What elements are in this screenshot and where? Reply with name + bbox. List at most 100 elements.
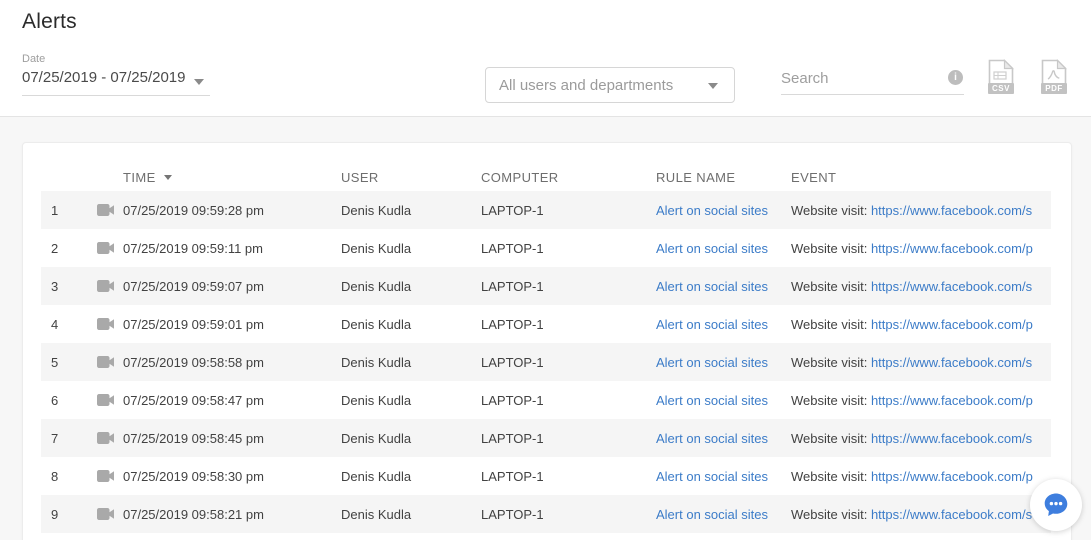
search-box: i [781, 63, 964, 97]
event-text: Website visit: [791, 393, 871, 408]
event-text: Website visit: [791, 203, 871, 218]
row-number: 2 [51, 241, 73, 256]
videocam-icon[interactable] [97, 280, 114, 295]
alerts-table-card: TIME USER COMPUTER RULE NAME EVENT 1 07/… [22, 142, 1072, 540]
event-url-link[interactable]: https://www.facebook.com/p [871, 241, 1033, 256]
alert-time: 07/25/2019 09:59:07 pm [123, 279, 264, 294]
pdf-label: PDF [1041, 83, 1067, 94]
table-row: 1 07/25/2019 09:59:28 pm Denis Kudla LAP… [41, 191, 1051, 229]
toolbar-divider [0, 116, 1091, 117]
event-url-link[interactable]: https://www.facebook.com/p [871, 469, 1033, 484]
rule-name-link[interactable]: Alert on social sites [656, 241, 768, 256]
row-number: 8 [51, 469, 73, 484]
alert-computer: LAPTOP-1 [481, 393, 544, 408]
rule-name-link[interactable]: Alert on social sites [656, 507, 768, 522]
rule-name-link[interactable]: Alert on social sites [656, 431, 768, 446]
column-header-time[interactable]: TIME [123, 170, 172, 185]
column-header-computer: COMPUTER [481, 170, 559, 185]
alert-computer: LAPTOP-1 [481, 355, 544, 370]
chat-launcher-button[interactable] [1030, 479, 1082, 531]
videocam-icon[interactable] [97, 470, 114, 485]
alert-event: Website visit: https://www.facebook.com/… [791, 507, 1051, 522]
videocam-icon[interactable] [97, 508, 114, 523]
column-header-user: USER [341, 170, 379, 185]
rule-name-link[interactable]: Alert on social sites [656, 317, 768, 332]
row-number: 9 [51, 507, 73, 522]
rule-name-link[interactable]: Alert on social sites [656, 355, 768, 370]
table-row: 2 07/25/2019 09:59:11 pm Denis Kudla LAP… [41, 229, 1051, 267]
rule-name-link[interactable]: Alert on social sites [656, 393, 768, 408]
event-text: Website visit: [791, 317, 871, 332]
rule-name-link[interactable]: Alert on social sites [656, 279, 768, 294]
table-row: 8 07/25/2019 09:58:30 pm Denis Kudla LAP… [41, 457, 1051, 495]
alert-time: 07/25/2019 09:58:45 pm [123, 431, 264, 446]
alert-event: Website visit: https://www.facebook.com/… [791, 241, 1051, 256]
videocam-icon[interactable] [97, 318, 114, 333]
table-row: 6 07/25/2019 09:58:47 pm Denis Kudla LAP… [41, 381, 1051, 419]
event-text: Website visit: [791, 431, 871, 446]
chevron-down-icon [708, 83, 718, 89]
alert-computer: LAPTOP-1 [481, 241, 544, 256]
table-body: 1 07/25/2019 09:59:28 pm Denis Kudla LAP… [41, 191, 1051, 533]
users-departments-dropdown[interactable]: All users and departments [485, 67, 735, 103]
alert-event: Website visit: https://www.facebook.com/… [791, 203, 1051, 218]
alert-event: Website visit: https://www.facebook.com/… [791, 469, 1051, 484]
row-number: 4 [51, 317, 73, 332]
videocam-icon[interactable] [97, 204, 114, 219]
alert-user: Denis Kudla [341, 279, 411, 294]
event-url-link[interactable]: https://www.facebook.com/s [871, 203, 1032, 218]
row-number: 5 [51, 355, 73, 370]
event-url-link[interactable]: https://www.facebook.com/p [871, 317, 1033, 332]
table-row: 7 07/25/2019 09:58:45 pm Denis Kudla LAP… [41, 419, 1051, 457]
videocam-icon[interactable] [97, 356, 114, 371]
alert-time: 07/25/2019 09:58:58 pm [123, 355, 264, 370]
alert-time: 07/25/2019 09:58:30 pm [123, 469, 264, 484]
event-url-link[interactable]: https://www.facebook.com/s [871, 507, 1032, 522]
row-number: 7 [51, 431, 73, 446]
rule-name-link[interactable]: Alert on social sites [656, 469, 768, 484]
alert-computer: LAPTOP-1 [481, 469, 544, 484]
alert-time: 07/25/2019 09:59:01 pm [123, 317, 264, 332]
column-header-rule-name: RULE NAME [656, 170, 735, 185]
alert-time: 07/25/2019 09:58:21 pm [123, 507, 264, 522]
event-text: Website visit: [791, 279, 871, 294]
sort-desc-icon [164, 175, 172, 180]
rule-name-link[interactable]: Alert on social sites [656, 203, 768, 218]
alert-user: Denis Kudla [341, 469, 411, 484]
row-number: 1 [51, 203, 73, 218]
column-header-time-label: TIME [123, 170, 156, 185]
alert-event: Website visit: https://www.facebook.com/… [791, 317, 1051, 332]
alert-event: Website visit: https://www.facebook.com/… [791, 355, 1051, 370]
event-url-link[interactable]: https://www.facebook.com/s [871, 431, 1032, 446]
alert-time: 07/25/2019 09:58:47 pm [123, 393, 264, 408]
table-row: 9 07/25/2019 09:58:21 pm Denis Kudla LAP… [41, 495, 1051, 533]
videocam-icon[interactable] [97, 394, 114, 409]
chat-bubble-icon [1041, 490, 1071, 520]
csv-label: CSV [988, 83, 1014, 94]
search-input[interactable] [781, 63, 964, 95]
date-underline [22, 95, 210, 96]
event-text: Website visit: [791, 469, 871, 484]
alert-user: Denis Kudla [341, 317, 411, 332]
videocam-icon[interactable] [97, 242, 114, 257]
alert-computer: LAPTOP-1 [481, 279, 544, 294]
filter-toolbar: Alerts Date 07/25/2019 - 07/25/2019 All … [0, 0, 1091, 117]
export-csv-button[interactable]: CSV [987, 59, 1017, 95]
event-text: Website visit: [791, 355, 871, 370]
event-url-link[interactable]: https://www.facebook.com/s [871, 279, 1032, 294]
event-url-link[interactable]: https://www.facebook.com/s [871, 355, 1032, 370]
column-header-event: EVENT [791, 170, 836, 185]
export-pdf-button[interactable]: PDF [1040, 59, 1070, 95]
alert-user: Denis Kudla [341, 241, 411, 256]
date-range-picker[interactable]: Date 07/25/2019 - 07/25/2019 [22, 53, 212, 87]
alert-user: Denis Kudla [341, 355, 411, 370]
table-row: 3 07/25/2019 09:59:07 pm Denis Kudla LAP… [41, 267, 1051, 305]
alert-event: Website visit: https://www.facebook.com/… [791, 393, 1051, 408]
event-url-link[interactable]: https://www.facebook.com/p [871, 393, 1033, 408]
date-filter-label: Date [22, 53, 212, 65]
alert-user: Denis Kudla [341, 393, 411, 408]
videocam-icon[interactable] [97, 432, 114, 447]
info-icon[interactable]: i [948, 70, 963, 85]
table-header: TIME USER COMPUTER RULE NAME EVENT [23, 143, 1071, 191]
date-range-value: 07/25/2019 - 07/25/2019 [22, 69, 185, 86]
